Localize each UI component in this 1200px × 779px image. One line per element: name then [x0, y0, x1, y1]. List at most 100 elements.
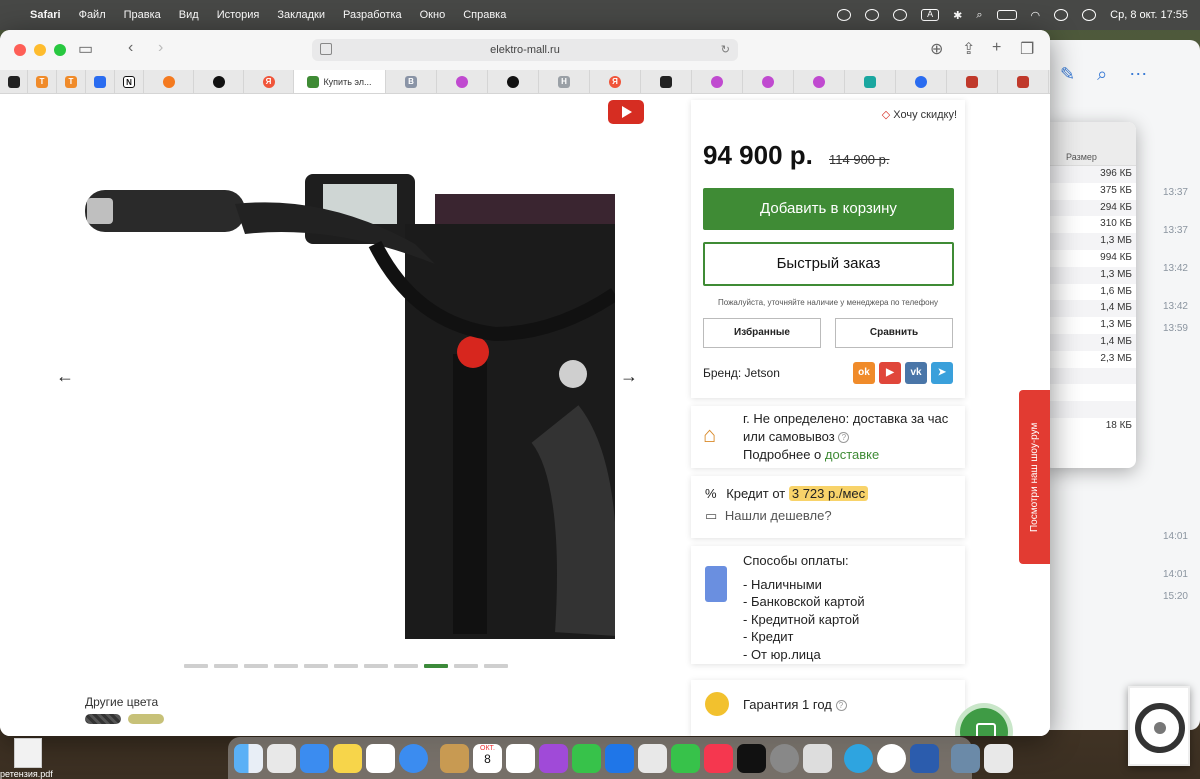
- tab[interactable]: Я: [244, 70, 294, 93]
- menu-bookmarks[interactable]: Закладки: [277, 9, 325, 21]
- tab[interactable]: [998, 70, 1049, 93]
- search-icon[interactable]: ⌕: [1097, 64, 1107, 85]
- menu-window[interactable]: Окно: [420, 9, 446, 21]
- tab[interactable]: T: [28, 70, 57, 93]
- podcasts-icon[interactable]: [539, 743, 568, 773]
- desktop-file-label[interactable]: ретензия.pdf: [0, 769, 53, 779]
- search-icon[interactable]: ⌕: [976, 9, 982, 22]
- file-size[interactable]: 396 КБ: [1044, 166, 1136, 183]
- control-center-icon[interactable]: [1054, 9, 1069, 21]
- quick-order-button[interactable]: Быстрый заказ: [703, 242, 954, 286]
- word-icon[interactable]: [910, 743, 939, 773]
- tab[interactable]: [743, 70, 794, 93]
- gallery-dot[interactable]: [454, 664, 478, 668]
- tab[interactable]: [845, 70, 896, 93]
- reload-icon[interactable]: ↻: [721, 39, 730, 61]
- credit-amount[interactable]: 3 723 р./мес: [788, 486, 869, 501]
- menu-view[interactable]: Вид: [179, 9, 199, 21]
- youtube-icon[interactable]: ▶: [879, 362, 901, 384]
- battery-icon[interactable]: [996, 10, 1017, 20]
- delivery-link[interactable]: доставке: [825, 447, 879, 462]
- gallery-dot[interactable]: [334, 664, 358, 668]
- status-icon[interactable]: [837, 9, 852, 21]
- screenshot-thumbnail[interactable]: [1128, 686, 1190, 766]
- new-tab-icon[interactable]: +: [992, 39, 1001, 57]
- file-size[interactable]: 1,3 МБ: [1044, 233, 1136, 250]
- tab[interactable]: [947, 70, 998, 93]
- add-to-cart-button[interactable]: Добавить в корзину: [703, 188, 954, 230]
- vpn-icon[interactable]: [865, 9, 880, 21]
- back-icon[interactable]: ‹: [128, 39, 133, 57]
- gallery-next-icon[interactable]: →: [620, 366, 638, 387]
- tab[interactable]: [692, 70, 743, 93]
- help-icon[interactable]: ?: [835, 700, 847, 712]
- close-window-button[interactable]: [14, 44, 26, 56]
- showroom-tab[interactable]: Посмотри наш шоу-рум: [1019, 390, 1050, 564]
- safari-icon[interactable]: [399, 743, 428, 773]
- pen-icon[interactable]: ✎: [1060, 64, 1075, 85]
- tab-overview-icon[interactable]: ❐: [1020, 39, 1034, 59]
- share-icon[interactable]: ⇪: [962, 39, 975, 59]
- chat-button[interactable]: [960, 708, 1008, 736]
- gallery-dot[interactable]: [304, 664, 328, 668]
- tab[interactable]: [641, 70, 692, 93]
- tab[interactable]: [86, 70, 115, 93]
- more-icon[interactable]: ⋯: [1129, 64, 1147, 85]
- tab[interactable]: [488, 70, 539, 93]
- tab[interactable]: [144, 70, 194, 93]
- file-size[interactable]: [1044, 384, 1136, 401]
- tab[interactable]: [437, 70, 488, 93]
- contacts-icon[interactable]: [440, 743, 469, 773]
- gallery-dot[interactable]: [484, 664, 508, 668]
- file-size[interactable]: 1,6 МБ: [1044, 284, 1136, 301]
- site-settings-icon[interactable]: [320, 43, 332, 55]
- bluetooth-icon[interactable]: ✱: [953, 9, 962, 22]
- gallery-dot[interactable]: [394, 664, 418, 668]
- gallery-prev-icon[interactable]: ←: [56, 366, 74, 387]
- file-size[interactable]: 1,4 МБ: [1044, 300, 1136, 318]
- gallery-dot[interactable]: [424, 664, 448, 668]
- help-icon[interactable]: ?: [838, 432, 850, 444]
- vk-icon[interactable]: vk: [905, 362, 927, 384]
- system-settings-icon[interactable]: [770, 743, 799, 773]
- menu-develop[interactable]: Разработка: [343, 9, 402, 21]
- gallery-dot[interactable]: [244, 664, 268, 668]
- menu-edit[interactable]: Правка: [124, 9, 161, 21]
- freeform-icon[interactable]: [366, 743, 395, 773]
- tab[interactable]: N: [115, 70, 144, 93]
- notes-icon[interactable]: [333, 743, 362, 773]
- tab[interactable]: T: [57, 70, 86, 93]
- tab[interactable]: [896, 70, 947, 93]
- file-size[interactable]: 2,3 МБ: [1044, 351, 1136, 368]
- calendar-icon[interactable]: ОКТ. 8: [473, 743, 502, 773]
- menu-app-name[interactable]: Safari: [30, 9, 61, 21]
- product-image[interactable]: [75, 94, 615, 639]
- menu-help[interactable]: Справка: [463, 9, 506, 21]
- input-source-icon[interactable]: A: [921, 9, 940, 21]
- found-cheaper-link[interactable]: Нашли дешевле?: [725, 508, 832, 523]
- file-size[interactable]: 18 КБ: [1044, 418, 1136, 435]
- file-size[interactable]: 375 КБ: [1044, 183, 1136, 200]
- desktop-pdf-icon[interactable]: [14, 738, 42, 768]
- color-swatch-dark[interactable]: [85, 714, 121, 724]
- contrast-icon[interactable]: [893, 9, 908, 21]
- file-size[interactable]: [1044, 367, 1136, 385]
- scripts-icon[interactable]: [803, 743, 832, 773]
- maps-icon[interactable]: [638, 743, 667, 773]
- gallery-dot[interactable]: [274, 664, 298, 668]
- file-size[interactable]: 1,3 МБ: [1044, 266, 1136, 284]
- wifi-icon[interactable]: ◠: [1031, 9, 1041, 22]
- tab[interactable]: [194, 70, 244, 93]
- launchpad-icon[interactable]: [267, 743, 296, 773]
- tv-icon[interactable]: [737, 743, 766, 773]
- chatgpt-icon[interactable]: [877, 743, 906, 773]
- music-icon[interactable]: [704, 743, 733, 773]
- gallery-dot[interactable]: [184, 664, 208, 668]
- mail-icon[interactable]: [300, 743, 329, 773]
- file-size[interactable]: 294 КБ: [1044, 199, 1136, 217]
- file-size[interactable]: 1,3 МБ: [1044, 317, 1136, 334]
- messages-icon[interactable]: [572, 743, 601, 773]
- siri-icon[interactable]: [1082, 9, 1097, 21]
- tab[interactable]: B: [386, 70, 437, 93]
- downloads-icon[interactable]: ⊕: [930, 39, 943, 59]
